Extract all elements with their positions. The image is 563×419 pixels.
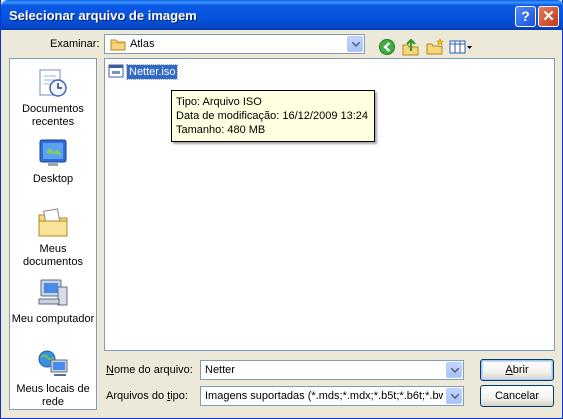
cancel-button[interactable]: Cancelar: [480, 385, 554, 407]
places-network[interactable]: Meus locais de rede: [10, 347, 96, 409]
new-folder-icon[interactable]: [425, 37, 445, 57]
file-info-tooltip: Tipo: Arquivo ISO Data de modificação: 1…: [171, 90, 375, 142]
filetype-dropdown[interactable]: Imagens suportadas (*.mds;*.mdx;*.b5t;*.…: [200, 386, 464, 406]
open-button[interactable]: Abrir: [480, 359, 554, 381]
filetype-value: Imagens suportadas (*.mds;*.mdx;*.b5t;*.…: [205, 390, 443, 402]
close-button[interactable]: ✕: [538, 6, 559, 27]
chevron-down-icon[interactable]: [347, 36, 363, 52]
my-computer-icon: [36, 277, 70, 309]
places-network-label: Meus locais de rede: [16, 383, 90, 408]
look-in-dropdown[interactable]: Atlas: [104, 34, 365, 54]
look-in-label: Examinar:: [50, 38, 100, 50]
chevron-down-icon[interactable]: [446, 388, 462, 404]
chevron-down-icon[interactable]: [446, 362, 462, 378]
filename-value: Netter: [205, 364, 235, 376]
recent-documents-icon: [36, 67, 70, 99]
disc-image-icon: [108, 64, 124, 81]
desktop-icon: [36, 137, 70, 169]
places-my-computer[interactable]: Meu computador: [10, 277, 96, 326]
file-name: Netter.iso: [125, 64, 179, 80]
tooltip-type: Tipo: Arquivo ISO: [176, 96, 262, 108]
filename-field[interactable]: Netter: [200, 360, 464, 380]
network-places-icon: [36, 347, 70, 379]
places-desktop[interactable]: Desktop: [10, 137, 96, 186]
my-documents-icon: [36, 207, 70, 239]
tooltip-size: Tamanho: 480 MB: [176, 124, 266, 136]
view-menu-icon[interactable]: [448, 37, 474, 57]
list-item[interactable]: Netter.iso: [108, 64, 179, 81]
places-my-computer-label: Meu computador: [11, 313, 95, 325]
places-recent[interactable]: Documentos recentes: [10, 67, 96, 129]
help-button[interactable]: ?: [515, 6, 536, 27]
places-desktop-label: Desktop: [32, 173, 74, 185]
back-icon[interactable]: [377, 37, 397, 57]
filename-label: Nome do arquivo:: [106, 364, 193, 376]
places-my-documents-label: Meus documentos: [23, 243, 83, 268]
places-recent-label: Documentos recentes: [22, 103, 84, 128]
tooltip-modified: Data de modificação: 16/12/2009 13:24: [176, 110, 369, 122]
window-title: Selecionar arquivo de imagem: [9, 8, 197, 23]
places-my-documents[interactable]: Meus documentos: [10, 207, 96, 269]
title-bar[interactable]: Selecionar arquivo de imagem ? ✕: [1, 0, 563, 30]
file-dialog-window: Selecionar arquivo de imagem ? ✕ Examina…: [0, 0, 563, 419]
look-in-value: Atlas: [130, 38, 155, 50]
places-bar: Documentos recentes Desktop Meus documen…: [9, 58, 97, 410]
filetype-label: Arquivos do tipo:: [106, 390, 188, 402]
folder-icon: [110, 38, 126, 54]
up-folder-icon[interactable]: [401, 37, 421, 57]
